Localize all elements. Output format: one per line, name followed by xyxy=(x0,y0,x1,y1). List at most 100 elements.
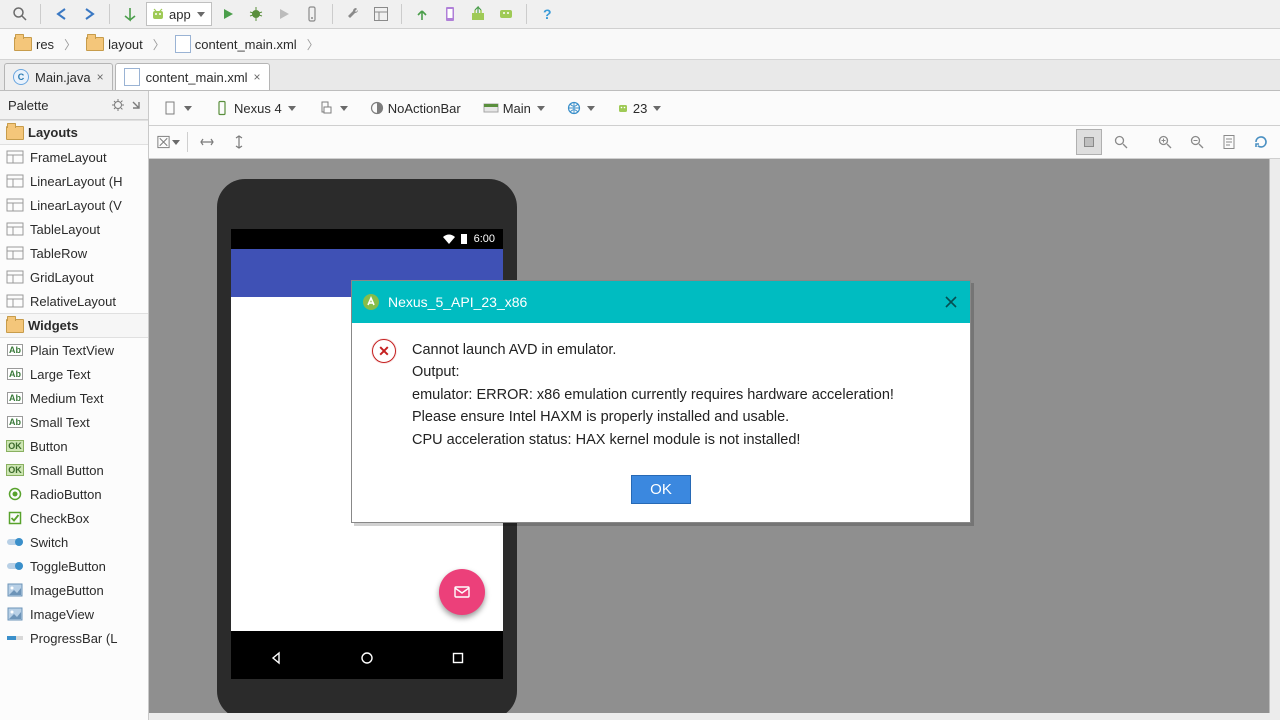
module-selector[interactable]: app xyxy=(146,2,212,26)
chevron-down-icon xyxy=(587,106,595,111)
palette-item[interactable]: OKButton xyxy=(0,434,148,458)
dialog-body: ✕ Cannot launch AVD in emulator. Output:… xyxy=(352,323,970,467)
palette-item[interactable]: AbPlain TextView xyxy=(0,338,148,362)
select-icon[interactable] xyxy=(1076,129,1102,155)
palette-item[interactable]: TableLayout xyxy=(0,217,148,241)
status-clock-label: 6:00 xyxy=(474,233,495,245)
palette-item-icon xyxy=(6,269,24,285)
api-dropdown[interactable]: 23 xyxy=(610,98,668,119)
run-grey-icon[interactable] xyxy=(272,3,296,25)
tools-icon[interactable] xyxy=(341,3,365,25)
breadcrumb-item[interactable]: content_main.xml xyxy=(169,35,303,53)
zoom-dropdown[interactable] xyxy=(155,97,199,119)
refresh-icon[interactable] xyxy=(1248,129,1274,155)
locale-dropdown[interactable] xyxy=(560,98,602,118)
palette-item[interactable]: AbMedium Text xyxy=(0,386,148,410)
palette-item[interactable]: ImageButton xyxy=(0,578,148,602)
notes-icon[interactable] xyxy=(1216,129,1242,155)
chevron-down-icon xyxy=(197,12,205,17)
tab-xml-file[interactable]: content_main.xml × xyxy=(115,63,270,90)
context-dropdown[interactable]: Main xyxy=(476,98,552,119)
expand-vertical-icon[interactable] xyxy=(226,129,252,155)
orientation-dropdown[interactable] xyxy=(311,97,355,119)
palette-item[interactable]: LinearLayout (H xyxy=(0,169,148,193)
avd-manager-icon[interactable] xyxy=(438,3,462,25)
palette-item-icon xyxy=(6,293,24,309)
java-file-icon: C xyxy=(13,69,29,85)
sdk-manager-icon[interactable] xyxy=(466,3,490,25)
chevron-down-icon xyxy=(288,106,296,111)
design-surface-icon[interactable] xyxy=(155,129,181,155)
search-icon[interactable] xyxy=(8,3,32,25)
nav-home-icon[interactable] xyxy=(359,650,375,669)
close-icon[interactable]: × xyxy=(97,70,104,84)
nav-recent-icon[interactable] xyxy=(450,650,466,669)
palette-item[interactable]: LinearLayout (V xyxy=(0,193,148,217)
dialog-line: CPU acceleration status: HAX kernel modu… xyxy=(412,429,894,451)
palette-item[interactable]: FrameLayout xyxy=(0,145,148,169)
context-label: Main xyxy=(503,101,531,116)
palette-item[interactable]: CheckBox xyxy=(0,506,148,530)
design-toolbar: Nexus 4 NoActionBar Main xyxy=(149,91,1280,126)
palette-item-label: ToggleButton xyxy=(30,559,106,574)
ok-button[interactable]: OK xyxy=(631,475,691,504)
palette-item-icon: OK xyxy=(6,462,24,478)
forward-arrow-icon[interactable] xyxy=(77,3,101,25)
palette-item[interactable]: GridLayout xyxy=(0,265,148,289)
minimize-icon[interactable] xyxy=(128,97,144,113)
palette-item-icon xyxy=(6,630,24,646)
palette-item[interactable]: TableRow xyxy=(0,241,148,265)
folder-icon xyxy=(86,37,104,51)
palette-item-label: RelativeLayout xyxy=(30,294,116,309)
attach-debugger-icon[interactable] xyxy=(300,3,324,25)
palette-item-icon xyxy=(6,221,24,237)
palette-item[interactable]: ToggleButton xyxy=(0,554,148,578)
design-toolbar-2 xyxy=(149,126,1280,159)
palette-item[interactable]: RadioButton xyxy=(0,482,148,506)
layout-icon[interactable] xyxy=(369,3,393,25)
debug-icon[interactable] xyxy=(244,3,268,25)
palette-item[interactable]: RelativeLayout xyxy=(0,289,148,313)
breadcrumb-label: layout xyxy=(108,37,143,52)
zoom-out-icon[interactable] xyxy=(1184,129,1210,155)
palette-category-layouts[interactable]: Layouts xyxy=(0,120,148,145)
zoom-in-icon[interactable] xyxy=(1152,129,1178,155)
breadcrumb-item[interactable]: layout xyxy=(80,37,149,52)
palette-item-label: ImageView xyxy=(30,607,94,622)
palette-item-label: ProgressBar (L xyxy=(30,631,117,646)
palette-category-label: Widgets xyxy=(28,318,78,333)
palette-title: Palette xyxy=(8,98,48,113)
sync-gradle-icon[interactable] xyxy=(410,3,434,25)
android-head-icon xyxy=(151,7,165,21)
gear-icon[interactable] xyxy=(110,97,126,113)
palette-item-label: Large Text xyxy=(30,367,90,382)
device-dropdown[interactable]: Nexus 4 xyxy=(207,97,303,119)
back-arrow-icon[interactable] xyxy=(49,3,73,25)
palette-item[interactable]: AbLarge Text xyxy=(0,362,148,386)
run-icon[interactable] xyxy=(216,3,240,25)
palette-item[interactable]: AbSmall Text xyxy=(0,410,148,434)
palette-item-icon xyxy=(6,510,24,526)
zoom-icon[interactable] xyxy=(1108,129,1134,155)
palette-item[interactable]: Switch xyxy=(0,530,148,554)
palette-item[interactable]: ImageView xyxy=(0,602,148,626)
make-project-icon[interactable] xyxy=(118,3,142,25)
palette-item[interactable]: OKSmall Button xyxy=(0,458,148,482)
dialog-title-bar[interactable]: Nexus_5_API_23_x86 xyxy=(352,281,970,323)
close-icon[interactable] xyxy=(940,291,962,313)
expand-horizontal-icon[interactable] xyxy=(194,129,220,155)
palette-item[interactable]: ProgressBar (L xyxy=(0,626,148,650)
help-icon[interactable]: ? xyxy=(535,3,559,25)
separator xyxy=(187,132,188,152)
palette-item-icon xyxy=(6,197,24,213)
breadcrumb-item[interactable]: res xyxy=(8,37,60,52)
android-monitor-icon[interactable] xyxy=(494,3,518,25)
palette-item-icon: Ab xyxy=(6,342,24,358)
palette-category-widgets[interactable]: Widgets xyxy=(0,313,148,338)
theme-dropdown[interactable]: NoActionBar xyxy=(363,98,468,119)
tab-java-file[interactable]: C Main.java × xyxy=(4,63,113,90)
theme-label: NoActionBar xyxy=(388,101,461,116)
fab-button[interactable] xyxy=(439,569,485,615)
close-icon[interactable]: × xyxy=(254,70,261,84)
nav-back-icon[interactable] xyxy=(268,650,284,669)
